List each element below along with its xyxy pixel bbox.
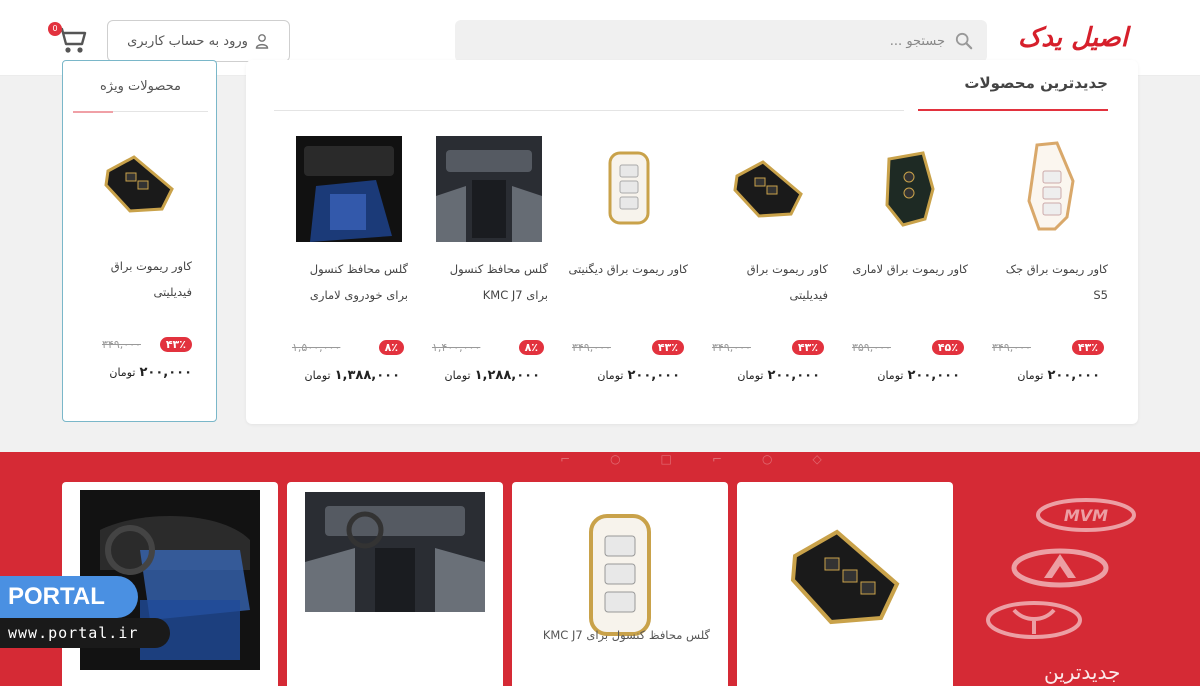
product-name[interactable]: گلس محافظ کنسول برای خودروی لاماری bbox=[288, 256, 408, 308]
search-icon[interactable] bbox=[955, 32, 973, 50]
product-image[interactable] bbox=[576, 136, 682, 242]
price-row: ۴۵٪ ۳۵۹,۰۰۰ bbox=[852, 336, 964, 358]
promo-banner: ⌐ ○ □ ⌐ ○ ◇ گلس محافظ کنسول برای KMC J7 … bbox=[0, 452, 1200, 686]
new-price: ۱,۳۸۸,۰۰۰تومان bbox=[304, 368, 401, 383]
banner-product-card[interactable]: گلس محافظ کنسول برای KMC J7 bbox=[512, 482, 728, 686]
lamari-brand-logo[interactable] bbox=[984, 600, 1084, 644]
product-card[interactable]: گلس محافظ کنسول برای KMC J7 ۸٪ ۱,۴۰۰,۰۰۰… bbox=[428, 132, 548, 392]
search-bar bbox=[455, 20, 987, 62]
car-interior-image bbox=[305, 492, 485, 612]
cart-button[interactable]: 0 bbox=[48, 22, 88, 56]
product-card[interactable]: کاور ریموت براق فیدیلیتی ۴۳٪ ۳۴۹,۰۰۰ ۲۰۰… bbox=[708, 132, 828, 392]
price-row: ۸٪ ۱,۵۰۰,۰۰۰ bbox=[292, 336, 404, 358]
product-card[interactable]: کاور ریموت براق دیگنیتی ۴۳٪ ۳۴۹,۰۰۰ ۲۰۰,… bbox=[568, 132, 688, 392]
product-name[interactable]: گلس محافظ کنسول برای KMC J7 bbox=[428, 256, 548, 308]
product-card[interactable]: گلس محافظ کنسول برای خودروی لاماری ۸٪ ۱,… bbox=[288, 132, 408, 392]
product-image[interactable] bbox=[716, 136, 822, 242]
currency-label: تومان bbox=[737, 369, 764, 382]
key-cover-white-image bbox=[608, 151, 650, 225]
key-cover-black-image bbox=[790, 529, 900, 625]
section-title: جدیدترین محصولات bbox=[964, 74, 1108, 92]
banner-product-card[interactable] bbox=[737, 482, 953, 686]
new-price: ۱,۲۸۸,۰۰۰تومان bbox=[444, 368, 541, 383]
newest-products-section: جدیدترین محصولات کاور ریموت براق جک S5 ۴… bbox=[246, 60, 1138, 424]
section-title-underline bbox=[73, 111, 113, 113]
car-interior-image bbox=[436, 136, 542, 242]
chery-brand-logo[interactable] bbox=[1010, 548, 1110, 592]
banner-decoration: ⌐ ○ □ ⌐ ○ ◇ bbox=[560, 452, 822, 466]
currency-label: تومان bbox=[444, 369, 471, 382]
product-name[interactable]: کاور ریموت براق لاماری bbox=[848, 256, 968, 282]
search-input[interactable] bbox=[485, 28, 945, 54]
product-name[interactable]: کاور ریموت براق فیدیلیتی bbox=[708, 256, 828, 308]
price-row: ۴۳٪ ۳۴۹,۰۰۰ bbox=[102, 333, 192, 355]
discount-badge: ۴۳٪ bbox=[651, 339, 684, 355]
new-price: ۲۰۰,۰۰۰تومان bbox=[737, 368, 820, 383]
old-price: ۳۵۹,۰۰۰ bbox=[852, 340, 891, 354]
old-price: ۳۴۹,۰۰۰ bbox=[102, 337, 141, 351]
product-image[interactable] bbox=[87, 131, 193, 237]
discount-badge: ۸٪ bbox=[518, 339, 544, 355]
site-logo[interactable]: اصیل یدک bbox=[1008, 20, 1138, 56]
discount-badge: ۴۵٪ bbox=[931, 339, 964, 355]
key-cover-white-image bbox=[589, 514, 651, 636]
product-name[interactable]: کاور ریموت براق جک S5 bbox=[988, 256, 1108, 308]
currency-label: تومان bbox=[877, 369, 904, 382]
discount-badge: ۸٪ bbox=[378, 339, 404, 355]
banner-product-card[interactable] bbox=[287, 482, 503, 686]
key-cover-black-image bbox=[104, 155, 174, 213]
price-row: ۴۳٪ ۳۴۹,۰۰۰ bbox=[572, 336, 684, 358]
product-card[interactable]: کاور ریموت براق لاماری ۴۵٪ ۳۵۹,۰۰۰ ۲۰۰,۰… bbox=[848, 132, 968, 392]
key-cover-black-image bbox=[733, 160, 803, 218]
old-price: ۱,۴۰۰,۰۰۰ bbox=[432, 340, 481, 354]
mvm-logo-text: MVM bbox=[1064, 506, 1108, 525]
currency-label: تومان bbox=[597, 369, 624, 382]
special-products-section: محصولات ویژه کاور ریموت براق فیدیلیتی ۴۳… bbox=[62, 60, 217, 422]
login-button[interactable]: ورود به حساب کاربری bbox=[107, 20, 290, 62]
currency-label: تومان bbox=[109, 366, 136, 379]
product-name[interactable]: گلس محافظ کنسول برای KMC J7 bbox=[543, 628, 710, 642]
new-price: ۲۰۰,۰۰۰تومان bbox=[877, 368, 960, 383]
user-icon bbox=[255, 34, 269, 49]
key-cover-white-image bbox=[1027, 141, 1075, 231]
old-price: ۳۴۹,۰۰۰ bbox=[572, 340, 611, 354]
product-image[interactable] bbox=[530, 512, 710, 642]
discount-badge: ۴۳٪ bbox=[1071, 339, 1104, 355]
new-price: ۲۰۰,۰۰۰تومان bbox=[109, 365, 192, 380]
price-row: ۸٪ ۱,۴۰۰,۰۰۰ bbox=[432, 336, 544, 358]
watermark-brand: PORTAL bbox=[0, 576, 138, 618]
login-label: ورود به حساب کاربری bbox=[127, 33, 248, 49]
car-interior-image bbox=[296, 136, 402, 242]
new-price: ۲۰۰,۰۰۰تومان bbox=[1017, 368, 1100, 383]
new-price: ۲۰۰,۰۰۰تومان bbox=[597, 368, 680, 383]
old-price: ۳۴۹,۰۰۰ bbox=[992, 340, 1031, 354]
discount-badge: ۴۳٪ bbox=[791, 339, 824, 355]
old-price: ۳۴۹,۰۰۰ bbox=[712, 340, 751, 354]
mvm-brand-logo[interactable]: MVM bbox=[1036, 498, 1136, 536]
section-divider bbox=[274, 110, 904, 111]
product-image[interactable] bbox=[996, 136, 1102, 242]
currency-label: تومان bbox=[304, 369, 331, 382]
product-image[interactable] bbox=[436, 136, 542, 242]
special-title: محصولات ویژه bbox=[99, 79, 181, 94]
price-row: ۴۳٪ ۳۴۹,۰۰۰ bbox=[992, 336, 1104, 358]
price-row: ۴۳٪ ۳۴۹,۰۰۰ bbox=[712, 336, 824, 358]
cart-count-badge: 0 bbox=[48, 22, 62, 36]
watermark-url: www.portal.ir bbox=[0, 618, 170, 648]
product-image[interactable] bbox=[755, 512, 935, 642]
currency-label: تومان bbox=[1017, 369, 1044, 382]
product-name[interactable]: کاور ریموت براق دیگنیتی bbox=[568, 256, 688, 282]
discount-badge: ۴۳٪ bbox=[159, 336, 192, 352]
old-price: ۱,۵۰۰,۰۰۰ bbox=[292, 340, 341, 354]
product-image[interactable] bbox=[856, 136, 962, 242]
banner-heading: جدیدترین bbox=[1044, 660, 1121, 684]
product-card[interactable]: کاور ریموت براق جک S5 ۴۳٪ ۳۴۹,۰۰۰ ۲۰۰,۰۰… bbox=[988, 132, 1108, 392]
key-cover-black-image bbox=[885, 151, 935, 227]
section-title-underline bbox=[918, 109, 1108, 111]
product-name[interactable]: کاور ریموت براق فیدیلیتی bbox=[82, 253, 192, 305]
product-image[interactable] bbox=[296, 136, 402, 242]
product-image[interactable] bbox=[305, 492, 485, 612]
